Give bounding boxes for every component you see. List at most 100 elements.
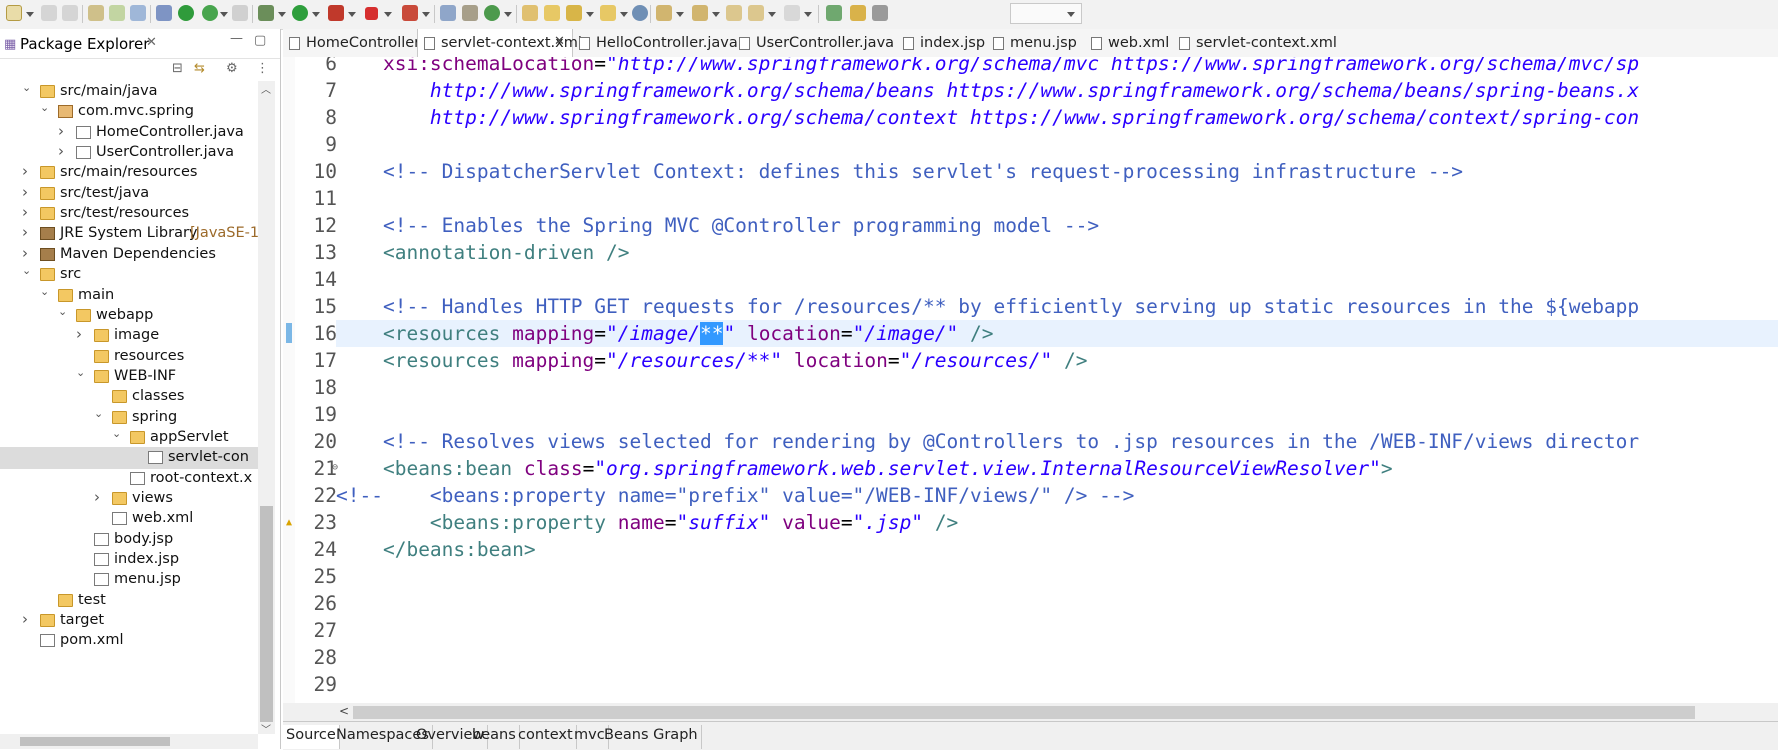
tree-item[interactable]: › image	[0, 325, 258, 347]
terminate-dropdown-icon[interactable]	[384, 12, 392, 17]
terminal-icon[interactable]	[130, 5, 146, 21]
expanded-chevron-icon[interactable]: ⌄	[40, 285, 49, 298]
collapsed-chevron-icon[interactable]: ›	[58, 122, 64, 140]
tree-item[interactable]: index.jsp	[0, 549, 258, 571]
last-edit-location-icon[interactable]	[726, 5, 742, 21]
quick-access-icon[interactable]	[872, 5, 888, 21]
open-type-icon[interactable]	[522, 5, 538, 21]
open-folder-icon[interactable]	[600, 5, 616, 21]
page-tab-beans-graph[interactable]: Beans Graph	[601, 725, 702, 749]
code-line[interactable]: <beans:property name="suffix" value=".js…	[336, 509, 958, 536]
tree-item[interactable]: › JRE System Library [JavaSE-1	[0, 223, 258, 245]
back-dropdown-icon[interactable]	[768, 12, 776, 17]
code-line[interactable]: xsi:schemaLocation="http://www.springfra…	[336, 57, 1639, 77]
save-icon[interactable]	[41, 5, 57, 21]
open-resource-icon[interactable]	[544, 5, 560, 21]
current-code-line[interactable]: <resources mapping="/image/**" location=…	[336, 320, 1778, 347]
tree-item[interactable]: › src/main/resources	[0, 162, 258, 184]
collapsed-chevron-icon[interactable]: ›	[22, 183, 28, 201]
tree-item[interactable]: › HomeController.java	[0, 122, 258, 144]
toolbar-combo[interactable]	[1010, 3, 1082, 24]
new-icon[interactable]	[6, 5, 22, 21]
tree-item[interactable]: ⌄ appServlet	[0, 427, 258, 449]
page-tab-beans[interactable]: beans	[469, 725, 520, 749]
collapsed-chevron-icon[interactable]: ›	[22, 203, 28, 221]
collapsed-chevron-icon[interactable]: ›	[22, 244, 28, 262]
tree-item[interactable]: › src/test/java	[0, 183, 258, 205]
coverage-dropdown-icon[interactable]	[348, 12, 356, 17]
tree-item[interactable]: root-context.x	[0, 468, 258, 490]
java-ee-perspective-icon[interactable]	[850, 5, 866, 21]
page-tab-context[interactable]: context	[515, 725, 577, 749]
forward-dropdown-icon[interactable]	[804, 12, 812, 17]
tree-item[interactable]: classes	[0, 386, 258, 408]
maximize-icon[interactable]: ▢	[254, 33, 266, 48]
filters-icon[interactable]: ⚙	[226, 61, 238, 76]
expanded-chevron-icon[interactable]: ⌄	[58, 305, 67, 318]
expanded-chevron-icon[interactable]: ⌄	[112, 427, 121, 440]
new-class-icon[interactable]	[484, 5, 500, 21]
next-annotation-icon[interactable]	[656, 5, 672, 21]
skip-breakpoints-icon[interactable]	[156, 5, 172, 21]
close-icon[interactable]: ✕	[554, 34, 565, 49]
editor-tab[interactable]: HomeController.java	[283, 29, 454, 57]
tab-active[interactable]: servlet-context.xml ✕	[417, 29, 582, 57]
editor-horizontal-scrollbar[interactable]: <	[283, 703, 1778, 721]
collapse-all-icon[interactable]: ⊟	[172, 61, 183, 76]
code-line[interactable]: <resources mapping="/resources/**" locat…	[336, 347, 1087, 374]
prev-annotation-dropdown-icon[interactable]	[712, 12, 720, 17]
coverage-icon[interactable]	[328, 5, 344, 21]
expanded-chevron-icon[interactable]: ⌄	[40, 101, 49, 114]
open-task-list-icon[interactable]	[566, 5, 582, 21]
refresh-icon[interactable]	[109, 5, 125, 21]
forward-icon[interactable]	[784, 5, 800, 21]
chevron-down-icon[interactable]	[1067, 12, 1075, 17]
scroll-down-icon[interactable]: ﹀	[261, 721, 271, 736]
tree-item[interactable]: ⌄ src	[0, 264, 258, 286]
code-line[interactable]: <!-- Resolves views selected for renderi…	[336, 428, 1639, 455]
collapsed-chevron-icon[interactable]: ›	[58, 142, 64, 160]
expanded-chevron-icon[interactable]: ⌄	[22, 81, 31, 94]
tree-item[interactable]: › src/test/resources	[0, 203, 258, 225]
back-icon[interactable]	[748, 5, 764, 21]
search-icon[interactable]	[632, 5, 648, 21]
prev-annotation-icon[interactable]	[692, 5, 708, 21]
editor-tab[interactable]: index.jsp	[897, 29, 985, 57]
tree-item[interactable]: › Maven Dependencies	[0, 244, 258, 266]
tree-item[interactable]: menu.jsp	[0, 569, 258, 591]
code-line[interactable]: <!-- Handles HTTP GET requests for /reso…	[336, 293, 1639, 320]
save-all-icon[interactable]	[62, 5, 78, 21]
collapsed-chevron-icon[interactable]: ›	[94, 488, 100, 506]
task-dropdown-icon[interactable]	[586, 12, 594, 17]
external-tools-icon[interactable]	[402, 5, 418, 21]
tree-item[interactable]: ⌄ spring	[0, 407, 258, 429]
collapsed-chevron-icon[interactable]: ›	[22, 610, 28, 628]
scroll-up-icon[interactable]: ︿	[261, 81, 271, 96]
tree-item[interactable]: › views	[0, 488, 258, 510]
server-dropdown-icon[interactable]	[220, 12, 228, 17]
editor-tab[interactable]: UserController.java	[733, 29, 895, 57]
new-class-dropdown-icon[interactable]	[504, 12, 512, 17]
new-java-project-icon[interactable]	[440, 5, 456, 21]
debug-dropdown-icon[interactable]	[278, 12, 286, 17]
view-menu-icon[interactable]: ⋮	[256, 61, 269, 76]
tree-item[interactable]: ⌄ WEB-INF	[0, 366, 258, 388]
editor-tab[interactable]: web.xml	[1085, 29, 1171, 57]
minimize-icon[interactable]: —	[230, 31, 243, 46]
scroll-thumb[interactable]	[353, 706, 1695, 719]
stop-icon[interactable]	[232, 5, 248, 21]
editor-tab[interactable]: HelloController.java	[573, 29, 738, 57]
new-dropdown-icon[interactable]	[26, 12, 34, 17]
code-line[interactable]: <beans:bean class="org.springframework.w…	[336, 455, 1393, 482]
expanded-chevron-icon[interactable]: ⌄	[22, 264, 31, 277]
link-with-editor-icon[interactable]: ⇆	[194, 61, 205, 76]
panel-title[interactable]: Package Explorer	[20, 35, 149, 53]
horizontal-scrollbar[interactable]	[0, 734, 258, 749]
tree-item[interactable]: body.jsp	[0, 529, 258, 551]
next-annotation-dropdown-icon[interactable]	[676, 12, 684, 17]
code-editor[interactable]: ▲ 6 xsi:schemaLocation="http://www.sprin…	[283, 57, 1778, 703]
collapsed-chevron-icon[interactable]: ›	[22, 223, 28, 241]
tree-item[interactable]: web.xml	[0, 508, 258, 530]
editor-tab[interactable]: servlet-context.xml	[1173, 29, 1337, 57]
close-icon[interactable]: ✕	[146, 35, 157, 50]
